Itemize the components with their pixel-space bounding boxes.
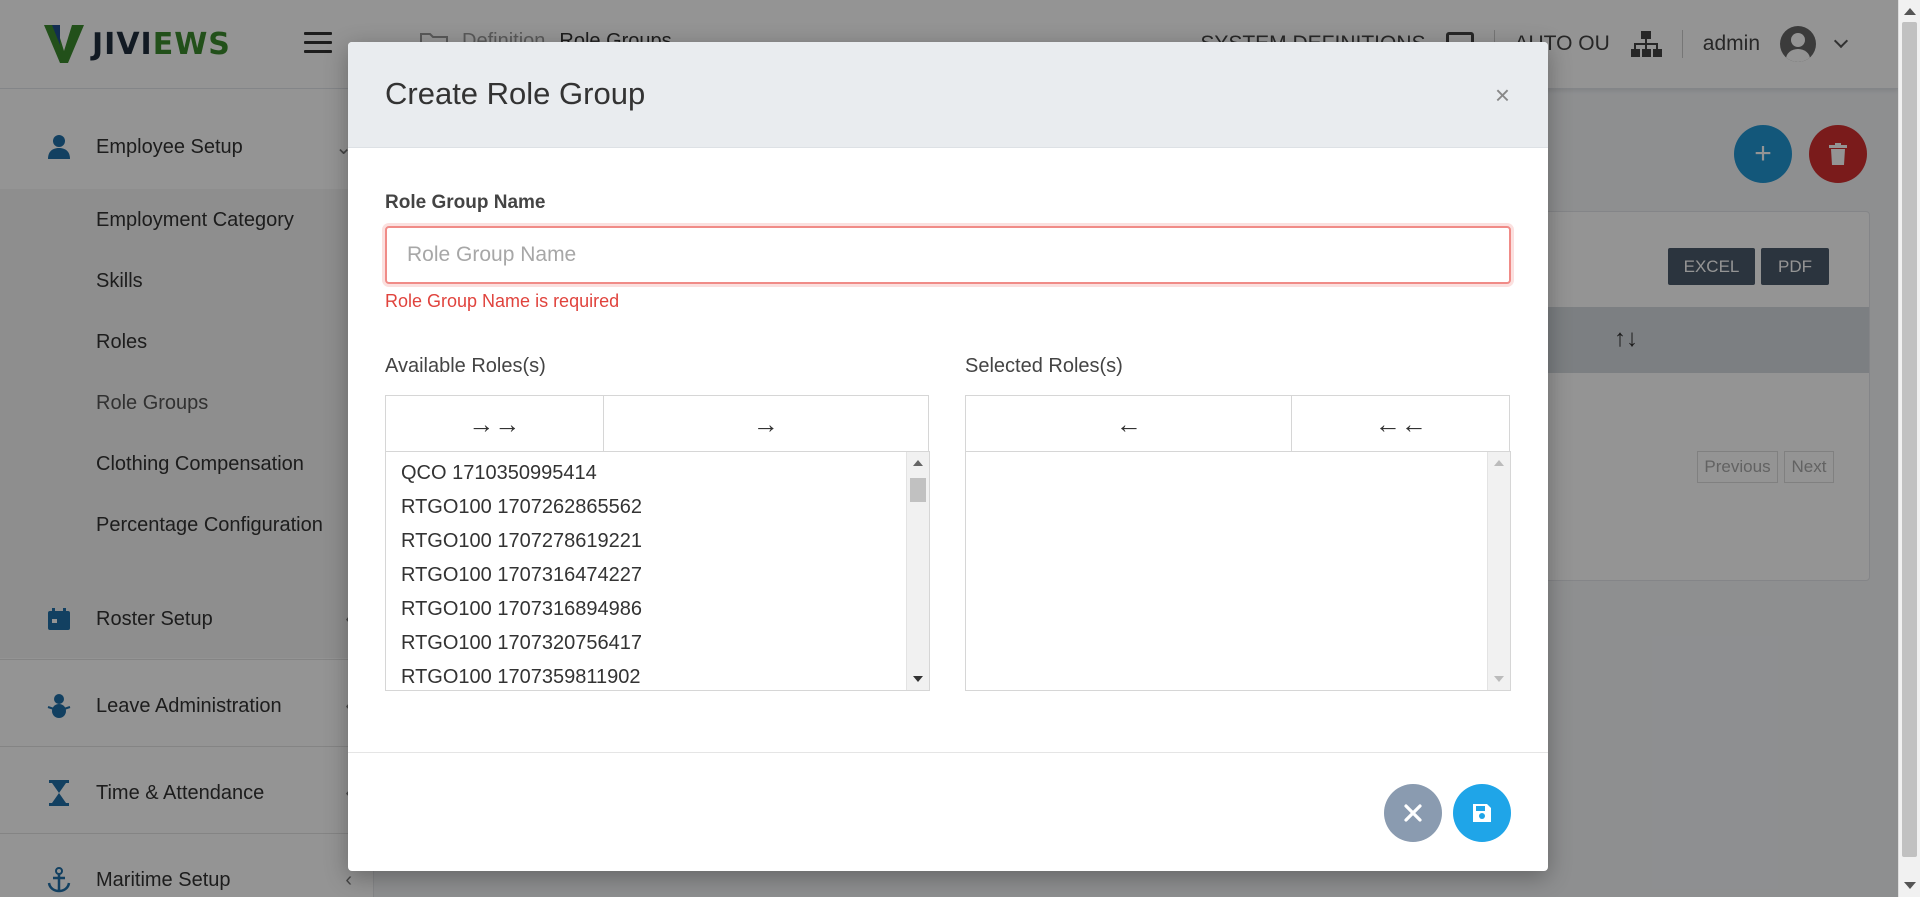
move-left-button[interactable]: ← (966, 396, 1292, 452)
scroll-up-icon[interactable] (1494, 460, 1504, 466)
save-icon (1473, 804, 1491, 822)
selected-roles-title: Selected Roles(s) (965, 355, 1123, 377)
available-roles-items: QCO 1710350995414 RTGO100 1707262865562 RT… (386, 452, 929, 690)
scroll-up-icon[interactable] (913, 460, 923, 466)
selected-roles-actions: ← ←← (965, 395, 1510, 452)
scrollbar-thumb[interactable] (1902, 22, 1917, 857)
role-group-name-label: Role Group Name (385, 192, 546, 213)
list-scrollbar[interactable] (906, 452, 929, 690)
modal-footer (348, 752, 1548, 871)
scroll-up-icon[interactable] (1904, 8, 1916, 15)
save-button[interactable] (1453, 784, 1511, 842)
list-item[interactable]: RTGO100 1707316474227 (386, 558, 929, 592)
scrollbar-thumb[interactable] (910, 478, 926, 502)
move-all-left-button[interactable]: ←← (1291, 396, 1509, 452)
available-roles-title: Available Roles(s) (385, 355, 546, 377)
role-group-name-input[interactable] (385, 226, 1511, 284)
close-icon (1404, 804, 1422, 822)
list-item[interactable]: RTGO100 1707320756417 (386, 626, 929, 660)
available-roles-list[interactable]: QCO 1710350995414 RTGO100 1707262865562 RT… (385, 451, 930, 691)
move-right-button[interactable]: → (602, 396, 928, 452)
list-item[interactable]: RTGO100 1707316894986 (386, 592, 929, 626)
move-all-right-button[interactable]: →→ (386, 396, 603, 452)
validation-error: Role Group Name is required (385, 291, 620, 311)
modal-title: Create Role Group (385, 76, 646, 111)
available-roles-actions: →→ → (385, 395, 929, 452)
selected-roles-list[interactable] (965, 451, 1511, 691)
page-scrollbar[interactable] (1898, 0, 1920, 897)
cancel-button[interactable] (1384, 784, 1442, 842)
scroll-down-icon[interactable] (1494, 676, 1504, 682)
close-icon[interactable]: × (1495, 82, 1510, 108)
create-role-group-modal: Create Role Group × Role Group Name Role… (348, 42, 1548, 871)
list-item[interactable]: RTGO100 1707278619221 (386, 524, 929, 558)
scroll-down-icon[interactable] (913, 676, 923, 682)
list-item[interactable]: QCO 1710350995414 (386, 456, 929, 490)
list-item[interactable]: RTGO100 1707262865562 (386, 490, 929, 524)
modal-header: Create Role Group × (348, 42, 1548, 148)
list-scrollbar[interactable] (1487, 452, 1510, 690)
list-item[interactable]: RTGO100 1707359811902 (386, 660, 929, 690)
scroll-down-icon[interactable] (1904, 882, 1916, 889)
selected-roles-items (966, 452, 1510, 456)
